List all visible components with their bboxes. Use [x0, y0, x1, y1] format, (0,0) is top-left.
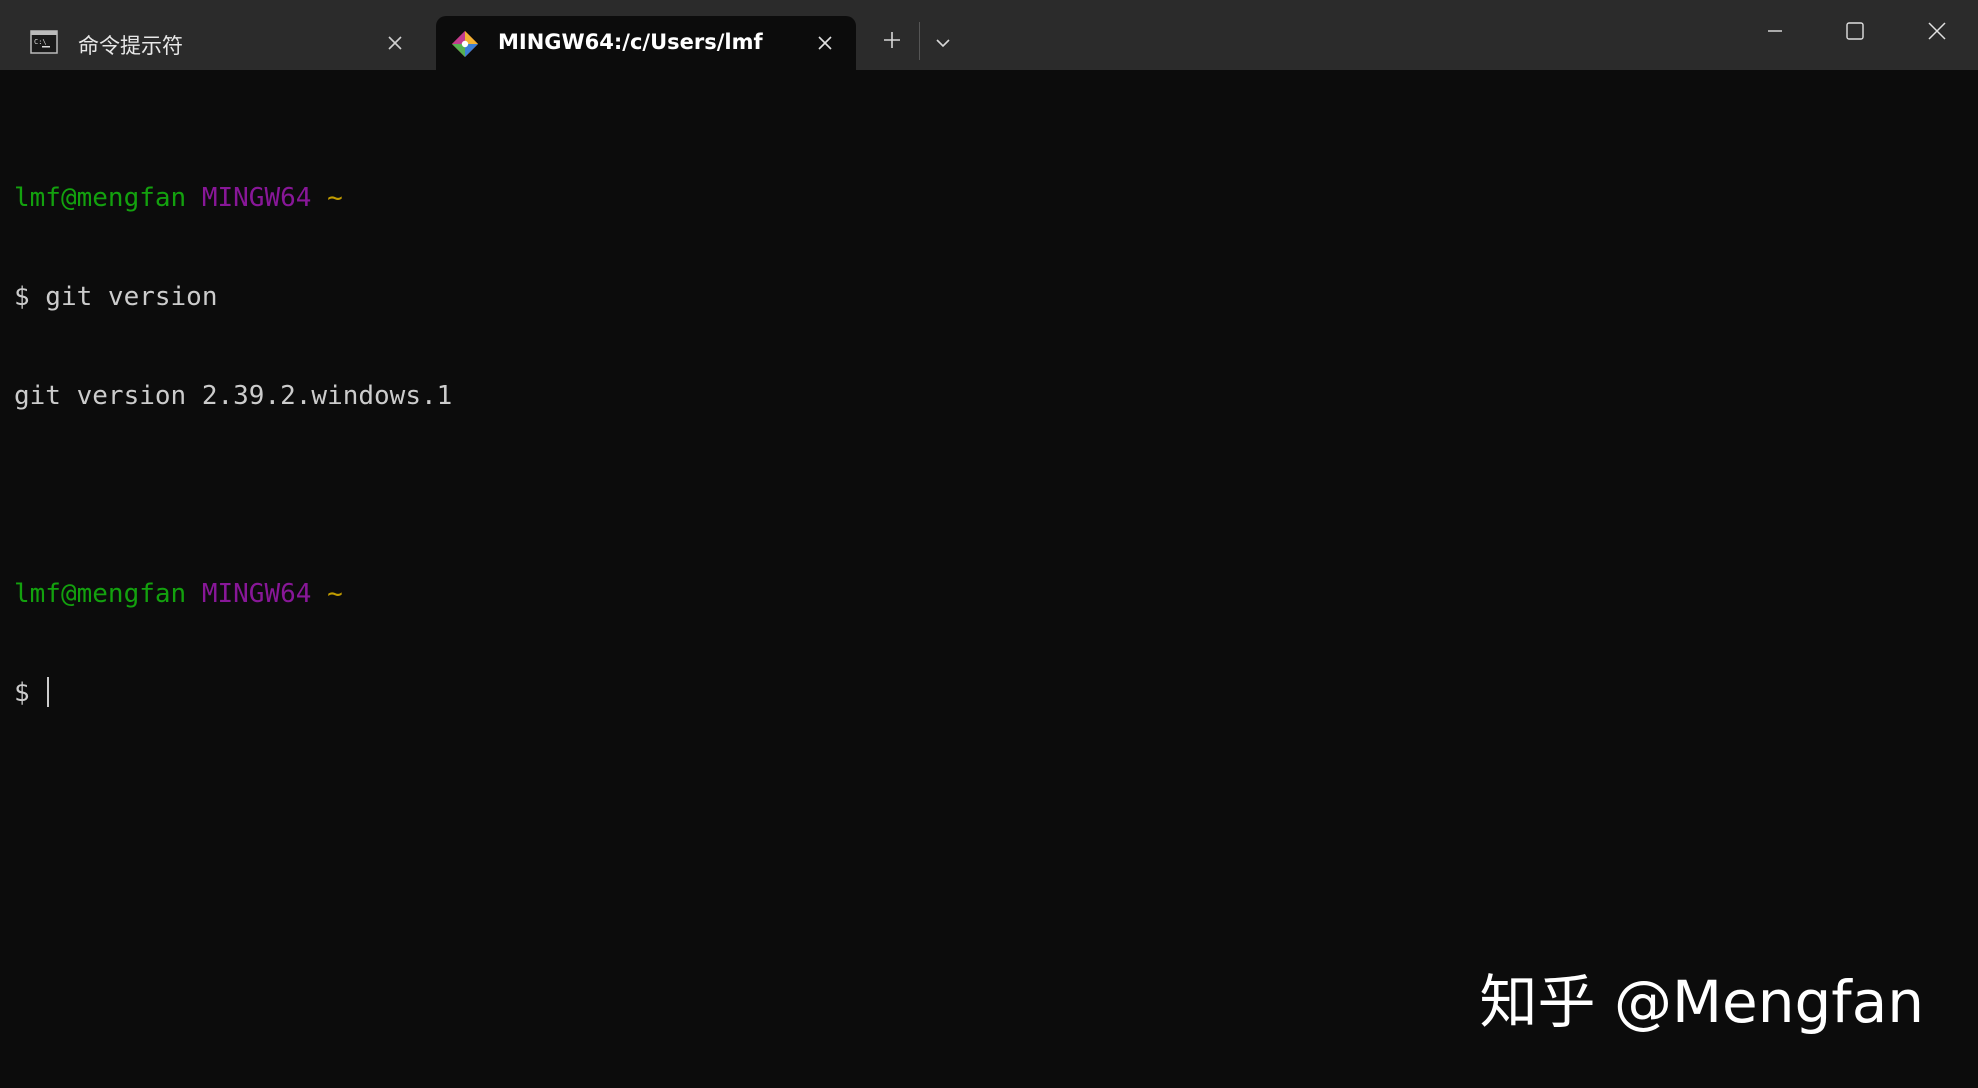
tab-command-prompt[interactable]: C:\ 命令提示符	[8, 16, 426, 70]
chevron-down-icon	[935, 33, 951, 52]
close-window-button[interactable]	[1897, 0, 1977, 66]
input-prompt: $	[14, 678, 46, 708]
maximize-icon	[1845, 21, 1865, 45]
plus-icon	[882, 30, 902, 54]
command-line: $ git version	[14, 282, 218, 312]
new-tab-button[interactable]	[870, 22, 914, 62]
divider	[919, 22, 920, 60]
cmd-icon: C:\	[30, 30, 60, 56]
prompt-user: lmf@mengfan	[14, 579, 187, 609]
prompt-user: lmf@mengfan	[14, 183, 187, 213]
terminal-output[interactable]: lmf@mengfan MINGW64 ~ $ git version git …	[14, 116, 1964, 743]
prompt-line: lmf@mengfan MINGW64 ~	[14, 182, 1964, 215]
tab-dropdown-button[interactable]	[921, 22, 965, 62]
close-icon	[1927, 21, 1947, 45]
prompt-host: MINGW64	[201, 579, 312, 609]
minimize-button[interactable]	[1735, 0, 1815, 66]
close-icon[interactable]	[810, 28, 840, 58]
text-cursor	[47, 677, 50, 707]
tab-mingw64[interactable]: MINGW64:/c/Users/lmf	[436, 16, 856, 70]
maximize-button[interactable]	[1815, 0, 1895, 66]
tab-label: MINGW64:/c/Users/lmf	[498, 30, 763, 54]
git-icon	[450, 29, 480, 59]
input-line[interactable]: $	[14, 677, 1964, 710]
minimize-icon	[1766, 22, 1784, 44]
watermark: 知乎 @Mengfan	[1479, 968, 1924, 1036]
output-line: git version 2.39.2.windows.1	[14, 381, 453, 411]
prompt-path: ~	[327, 579, 343, 609]
close-icon[interactable]	[380, 28, 410, 58]
svg-text:C:\: C:\	[34, 38, 47, 46]
title-bar: C:\ 命令提示符 MINGW64:/c/Users/lmf	[0, 0, 1978, 70]
prompt-path: ~	[327, 183, 343, 213]
tab-label: 命令提示符	[78, 34, 183, 58]
prompt-line: lmf@mengfan MINGW64 ~	[14, 578, 1964, 611]
prompt-host: MINGW64	[201, 183, 312, 213]
